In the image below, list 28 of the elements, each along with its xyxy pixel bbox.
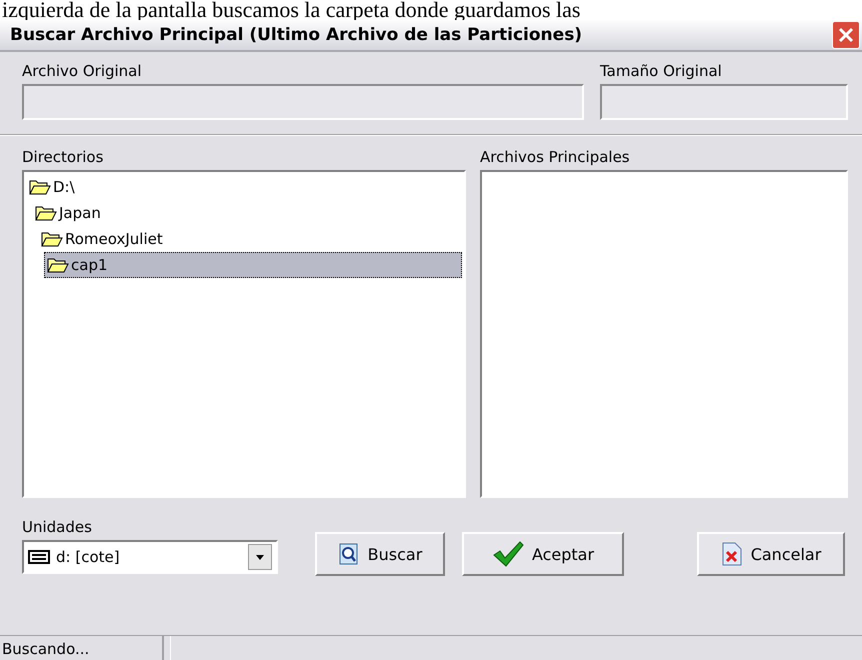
tree-item[interactable]: D:\: [26, 174, 462, 200]
window-title: Buscar Archivo Principal (Ultimo Archivo de las Particiones): [10, 25, 582, 45]
list-label: Directorios: [22, 147, 104, 168]
status-text: Buscando...: [0, 636, 164, 660]
close-button[interactable]: [832, 21, 860, 49]
field-label: Archivo Original: [22, 61, 143, 82]
folder-icon: [41, 231, 63, 247]
document-x-icon: [720, 542, 743, 566]
tree-item[interactable]: Japan: [32, 200, 462, 226]
cancel-button[interactable]: Cancelar: [697, 532, 845, 576]
folder-icon: [35, 205, 57, 221]
field-label: Tamaño Original: [600, 61, 723, 82]
list-label: Archivos Principales: [480, 147, 631, 168]
accept-button[interactable]: Aceptar: [462, 532, 624, 576]
page-caption: izquierda de la pantalla buscamos la carpeta donde guardamos las: [1, 0, 582, 20]
folder-icon: [47, 257, 69, 273]
magnifier-icon: [338, 543, 360, 565]
tree-item[interactable]: cap1: [44, 252, 462, 278]
folder-icon: [29, 179, 51, 195]
original-file-field[interactable]: [22, 84, 584, 120]
drive-icon: [28, 550, 50, 564]
combo-label: Unidades: [22, 517, 93, 538]
close-icon: [836, 25, 856, 45]
search-button[interactable]: Buscar: [315, 532, 445, 576]
original-size-field[interactable]: [600, 84, 848, 120]
drive-dropdown[interactable]: d: [cote]: [22, 540, 278, 574]
checkmark-icon: [492, 541, 524, 567]
tree-item[interactable]: RomeoxJuliet: [38, 226, 462, 252]
